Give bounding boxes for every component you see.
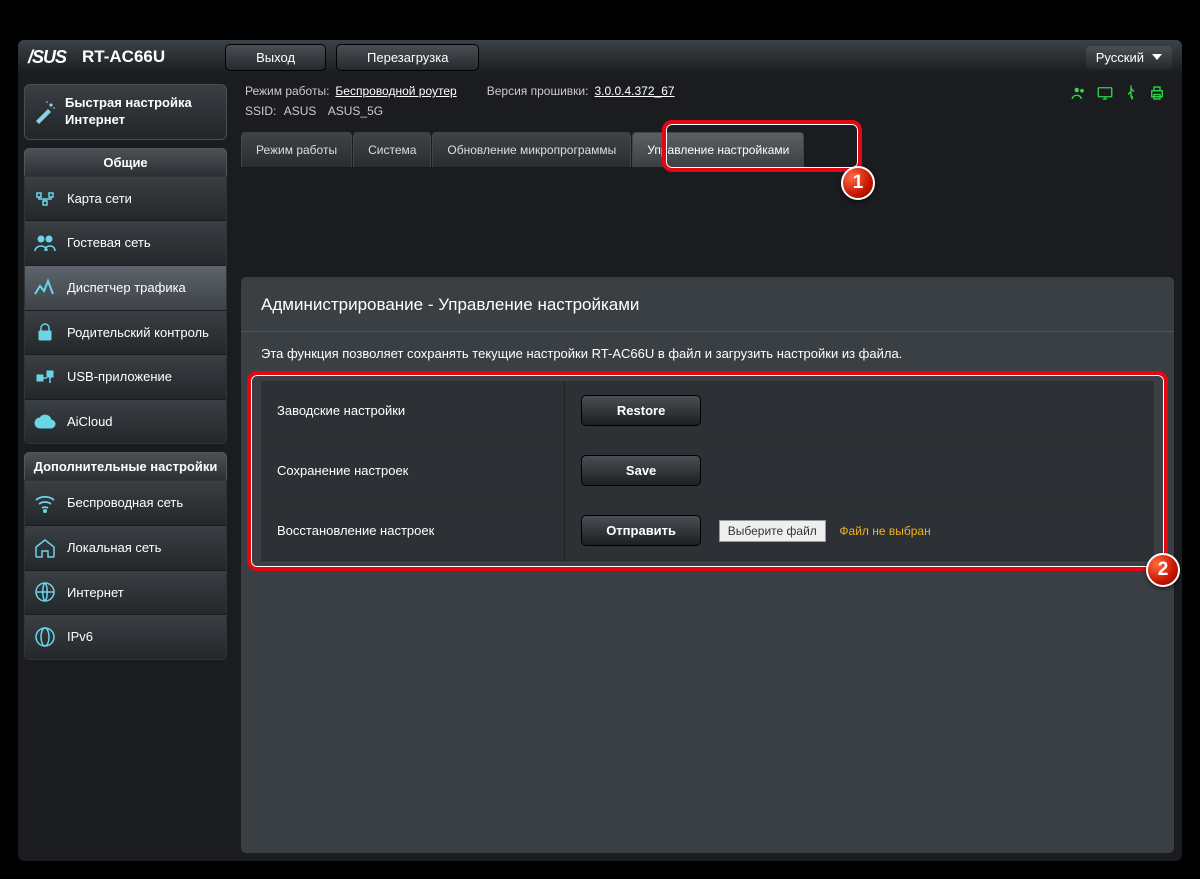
nav-traffic-manager[interactable]: Диспетчер трафика bbox=[25, 266, 226, 311]
row-label: Заводские настройки bbox=[261, 381, 565, 441]
globe-icon bbox=[33, 580, 57, 604]
page-description: Эта функция позволяет сохранять текущие … bbox=[261, 346, 1154, 361]
info-bar: Режим работы: Беспроводной роутер Версия… bbox=[241, 74, 1174, 102]
monitor-icon[interactable] bbox=[1096, 84, 1114, 102]
nav-label: Беспроводная сеть bbox=[67, 495, 183, 510]
fw-value[interactable]: 3.0.0.4.372_67 bbox=[594, 84, 674, 98]
tabs: Режим работы Система Обновление микропро… bbox=[241, 132, 1174, 167]
wand-icon bbox=[33, 100, 57, 124]
nav-label: Карта сети bbox=[67, 191, 132, 206]
logout-button[interactable]: Выход bbox=[225, 44, 326, 71]
nav-general: Карта сети Гостевая сеть Диспетчер трафи… bbox=[24, 176, 227, 445]
nav-advanced: Беспроводная сеть Локальная сеть Интерне… bbox=[24, 480, 227, 659]
clients-icon[interactable] bbox=[1070, 84, 1088, 102]
row-save-settings: Сохранение настроек Save bbox=[261, 441, 1154, 501]
nav-label: Диспетчер трафика bbox=[67, 280, 186, 295]
reboot-button[interactable]: Перезагрузка bbox=[336, 44, 479, 71]
model-name: RT-AC66U bbox=[82, 47, 165, 67]
nav-label: IPv6 bbox=[67, 629, 93, 644]
nav-wan[interactable]: Интернет bbox=[25, 571, 226, 616]
mode-label: Режим работы: bbox=[245, 84, 329, 98]
main-area: Режим работы: Беспроводной роутер Версия… bbox=[233, 74, 1182, 861]
traffic-icon bbox=[33, 276, 57, 300]
upload-button[interactable]: Отправить bbox=[581, 515, 701, 546]
annotation-badge-1: 1 bbox=[841, 166, 875, 200]
ssid-2[interactable]: ASUS_5G bbox=[328, 104, 383, 118]
row-label: Сохранение настроек bbox=[261, 441, 565, 501]
row-restore-settings: Восстановление настроек Отправить Выбери… bbox=[261, 501, 1154, 561]
save-button[interactable]: Save bbox=[581, 455, 701, 486]
section-advanced-header: Дополнительные настройки bbox=[24, 452, 227, 480]
nav-lan[interactable]: Локальная сеть bbox=[25, 526, 226, 571]
status-icons bbox=[1070, 84, 1166, 102]
quick-setup-button[interactable]: Быстрая настройка Интернет bbox=[24, 84, 227, 140]
nav-label: AiCloud bbox=[67, 414, 113, 429]
nav-label: Гостевая сеть bbox=[67, 235, 151, 250]
language-selector[interactable]: Русский bbox=[1086, 46, 1172, 69]
nav-network-map[interactable]: Карта сети bbox=[25, 177, 226, 222]
choose-file-button[interactable]: Выберите файл bbox=[719, 520, 826, 542]
tab-firmware[interactable]: Обновление микропрограммы bbox=[432, 132, 631, 167]
chevron-down-icon bbox=[1152, 54, 1162, 60]
row-label: Восстановление настроек bbox=[261, 501, 565, 561]
tab-settings-management[interactable]: Управление настройками bbox=[632, 132, 804, 167]
quick-setup-label: Быстрая настройка Интернет bbox=[65, 95, 218, 129]
fw-label: Версия прошивки: bbox=[487, 84, 589, 98]
cloud-icon bbox=[33, 410, 57, 434]
nav-aicloud[interactable]: AiCloud bbox=[25, 400, 226, 444]
sidebar: Быстрая настройка Интернет Общие Карта с… bbox=[18, 74, 233, 861]
nav-usb-app[interactable]: USB-приложение bbox=[25, 355, 226, 400]
nav-label: Интернет bbox=[67, 585, 124, 600]
divider bbox=[241, 331, 1174, 332]
annotation-badge-2: 2 bbox=[1146, 553, 1180, 587]
usb-status-icon[interactable] bbox=[1122, 84, 1140, 102]
wifi-icon bbox=[33, 491, 57, 515]
page-title: Администрирование - Управление настройка… bbox=[261, 295, 1154, 315]
home-icon bbox=[33, 536, 57, 560]
ssid-line: SSID: ASUS ASUS_5G bbox=[241, 102, 1174, 126]
usb-icon bbox=[33, 365, 57, 389]
nav-label: Родительский контроль bbox=[67, 325, 209, 340]
ssid-label: SSID: bbox=[245, 104, 276, 118]
nav-label: Локальная сеть bbox=[67, 540, 161, 555]
nav-wireless[interactable]: Беспроводная сеть bbox=[25, 481, 226, 526]
nav-parental-control[interactable]: Родительский контроль bbox=[25, 311, 226, 356]
language-label: Русский bbox=[1096, 50, 1144, 65]
header: /SUS RT-AC66U Выход Перезагрузка Русский bbox=[18, 40, 1182, 74]
nav-ipv6[interactable]: IPv6 bbox=[25, 615, 226, 659]
nav-label: USB-приложение bbox=[67, 369, 172, 384]
restore-button[interactable]: Restore bbox=[581, 395, 701, 426]
ipv6-icon bbox=[33, 625, 57, 649]
tab-system[interactable]: Система bbox=[353, 132, 431, 167]
lock-icon bbox=[33, 320, 57, 344]
settings-table: Заводские настройки Restore Сохранение н… bbox=[261, 381, 1154, 561]
guests-icon bbox=[33, 231, 57, 255]
brand-logo: /SUS bbox=[28, 47, 66, 68]
row-factory-defaults: Заводские настройки Restore bbox=[261, 381, 1154, 441]
network-icon bbox=[33, 187, 57, 211]
mode-value[interactable]: Беспроводной роутер bbox=[335, 84, 456, 98]
file-status-text: Файл не выбран bbox=[839, 524, 930, 538]
content-panel: Администрирование - Управление настройка… bbox=[241, 277, 1174, 853]
section-general-header: Общие bbox=[24, 148, 227, 176]
ssid-1[interactable]: ASUS bbox=[284, 104, 317, 118]
tab-operation-mode[interactable]: Режим работы bbox=[241, 132, 352, 167]
printer-icon[interactable] bbox=[1148, 84, 1166, 102]
nav-guest-network[interactable]: Гостевая сеть bbox=[25, 221, 226, 266]
